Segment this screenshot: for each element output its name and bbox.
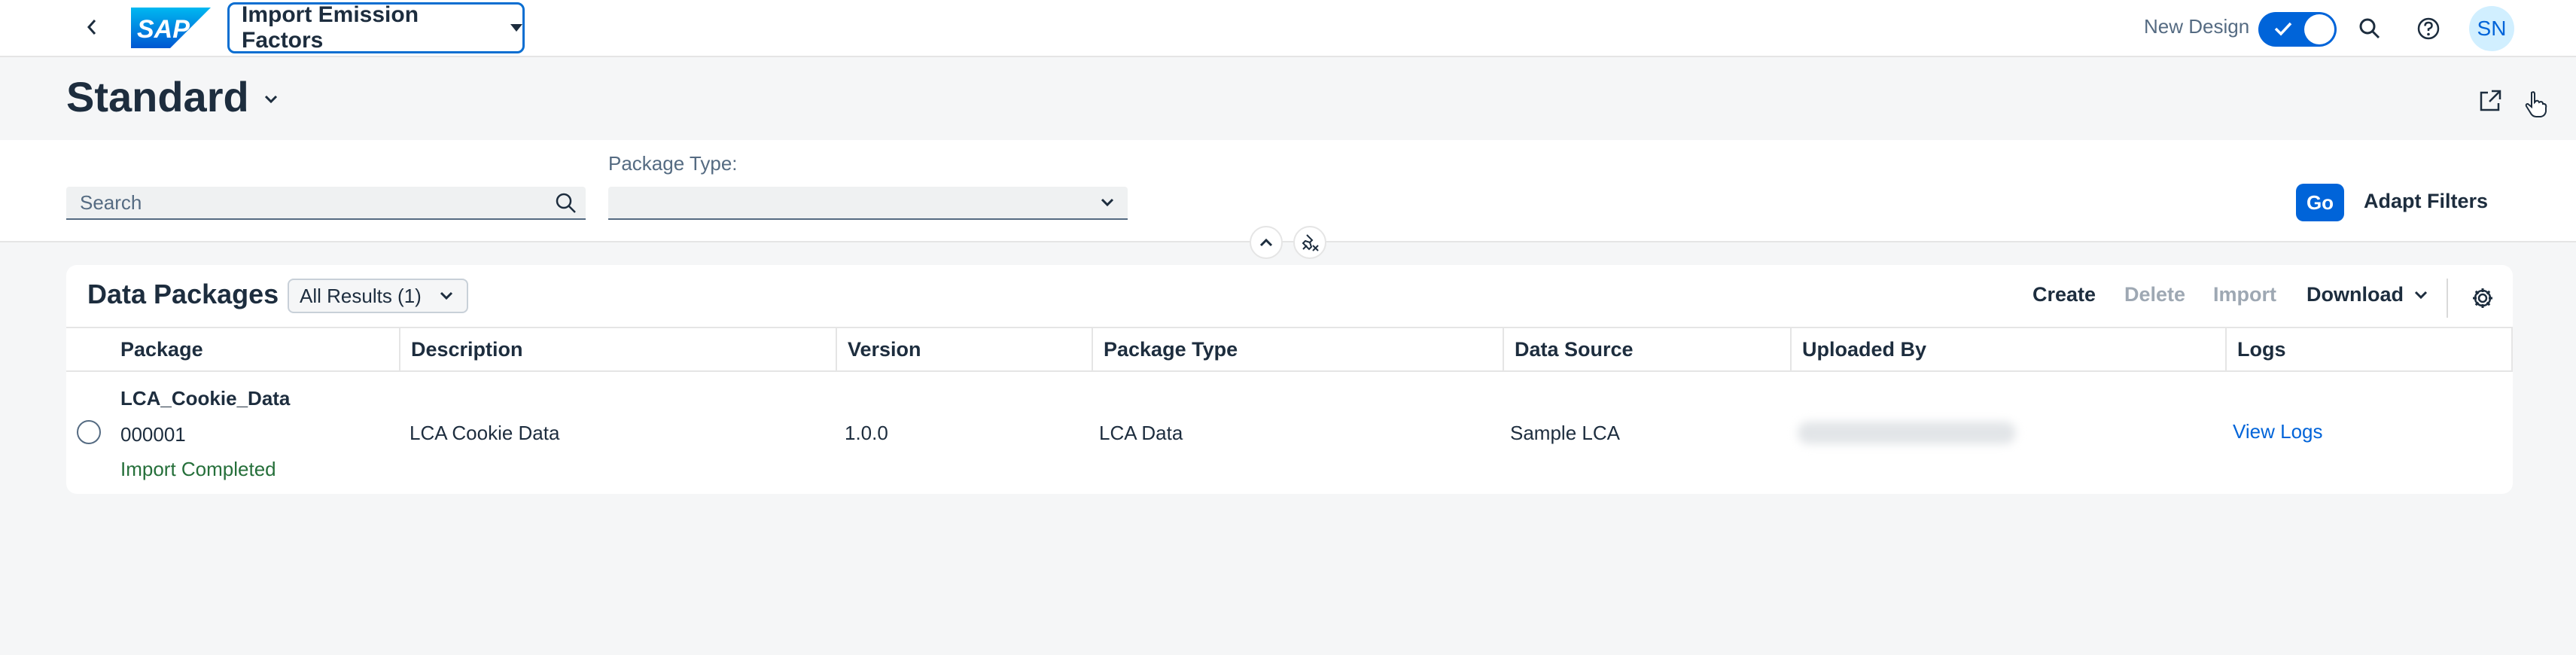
chevron-left-icon [87, 20, 96, 35]
column-header-description[interactable]: Description [400, 328, 837, 370]
search-input[interactable] [80, 190, 531, 215]
page-header: Standard [0, 57, 2576, 140]
table-title: Data Packages [87, 279, 279, 309]
uploaded-by-redacted [1798, 422, 2016, 444]
pin-header-button[interactable] [1293, 226, 1326, 259]
chevron-down-icon [1101, 198, 1114, 207]
column-header-package[interactable]: Package [110, 328, 400, 370]
import-button[interactable]: Import [2213, 283, 2276, 306]
mouse-cursor-icon [2525, 91, 2547, 117]
table-header: Package Description Version Package Type… [66, 327, 2513, 372]
package-name: LCA_Cookie_Data [120, 387, 291, 410]
collapse-header-button[interactable] [1250, 226, 1283, 259]
search-icon[interactable] [554, 191, 578, 215]
logo-text: SAP [137, 15, 190, 44]
unpin-icon [1302, 234, 1319, 251]
download-menu-button[interactable]: Download [2307, 283, 2429, 306]
shell-bar: SAP Import Emission Factors New Design S… [0, 0, 2576, 57]
column-header-package-type[interactable]: Package Type [1093, 328, 1504, 370]
caret-down-icon [510, 24, 522, 32]
package-id: 000001 [120, 423, 186, 446]
variant-selector[interactable]: Standard [66, 72, 279, 121]
column-header-data-source[interactable]: Data Source [1504, 328, 1792, 370]
check-icon [2274, 22, 2292, 36]
column-header-version[interactable]: Version [837, 328, 1093, 370]
help-icon [2417, 17, 2440, 40]
help-button[interactable] [2410, 11, 2447, 47]
sap-logo[interactable]: SAP [131, 8, 211, 48]
share-icon [2480, 90, 2501, 111]
column-header-uploaded-by[interactable]: Uploaded By [1792, 328, 2227, 370]
avatar[interactable]: SN [2469, 6, 2514, 51]
filter-bar: Package Type: Go Adapt Filters [0, 140, 2576, 242]
version-cell: 1.0.0 [845, 422, 888, 444]
status-text: Import Completed [120, 458, 276, 480]
chevron-up-icon [1259, 238, 1273, 247]
create-button[interactable]: Create [2032, 283, 2096, 306]
chevron-down-icon [264, 95, 277, 103]
chevron-down-icon [2414, 291, 2428, 299]
package-type-select[interactable] [608, 187, 1128, 220]
row-select-radio[interactable] [77, 420, 101, 444]
description-cell: LCA Cookie Data [410, 422, 560, 444]
results-selector-label: All Results (1) [300, 284, 422, 307]
table-settings-button[interactable] [2465, 280, 2501, 316]
chevron-down-icon [440, 291, 453, 300]
gear-icon [2473, 288, 2492, 308]
new-design-label: New Design [2144, 15, 2250, 38]
download-label: Download [2307, 283, 2404, 306]
app-title: Import Emission Factors [242, 2, 419, 53]
data-source-cell: Sample LCA [1510, 422, 1620, 444]
search-icon [2359, 18, 2380, 39]
delete-button[interactable]: Delete [2124, 283, 2185, 306]
view-logs-link[interactable]: View Logs [2233, 420, 2323, 443]
toolbar-separator [2447, 279, 2448, 318]
adapt-filters-button[interactable]: Adapt Filters [2364, 190, 2488, 213]
app-title-menu[interactable]: Import Emission Factors [227, 2, 525, 53]
column-header-logs[interactable]: Logs [2227, 328, 2513, 370]
package-type-label: Package Type: [608, 152, 738, 175]
results-selector[interactable]: All Results (1) [288, 279, 468, 313]
share-button[interactable] [2474, 84, 2507, 117]
table-row[interactable]: LCA_Cookie_Data 000001 Import Completed … [66, 372, 2513, 494]
new-design-toggle[interactable] [2258, 12, 2337, 47]
package-type-cell: LCA Data [1099, 422, 1183, 444]
data-packages-table: Data Packages All Results (1) Create Del… [66, 265, 2513, 494]
back-button[interactable] [75, 11, 108, 44]
toggle-knob [2304, 14, 2334, 44]
go-button[interactable]: Go [2296, 184, 2344, 221]
search-button[interactable] [2352, 11, 2388, 47]
search-field [66, 187, 586, 220]
page-title: Standard [66, 73, 249, 120]
